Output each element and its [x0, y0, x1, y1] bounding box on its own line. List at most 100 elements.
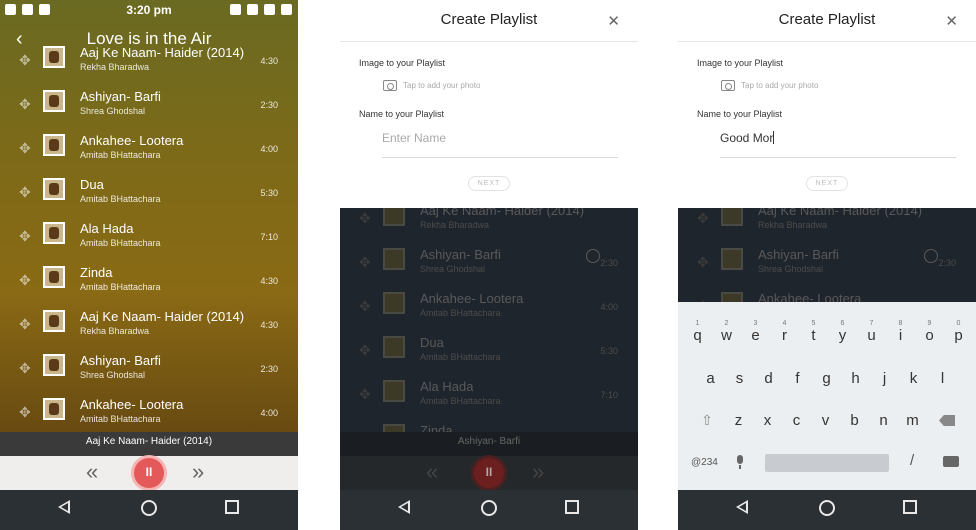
list-item[interactable]: ✥ Dua Amitab BHattachara 5:30	[0, 170, 298, 214]
song-duration: 7:10	[600, 390, 618, 400]
close-icon[interactable]: ✕	[607, 12, 620, 30]
add-to-playlist-icon	[586, 249, 600, 263]
keyboard-switch-icon[interactable]	[943, 456, 959, 467]
key-u[interactable]: 7u	[857, 320, 886, 344]
key-n[interactable]: n	[869, 412, 898, 430]
drag-handle-icon[interactable]: ✥	[19, 184, 31, 201]
key-s[interactable]: s	[725, 370, 754, 387]
key-d[interactable]: d	[754, 370, 783, 387]
key-f[interactable]: f	[783, 370, 812, 387]
album-thumbnail	[383, 208, 405, 226]
song-duration: 4:30	[260, 276, 278, 286]
dialog-title: Create Playlist	[440, 11, 538, 28]
drag-handle-icon[interactable]: ✥	[19, 52, 31, 69]
key-w[interactable]: 2w	[712, 320, 741, 344]
key-slash[interactable]: /	[910, 452, 914, 469]
nav-recents-icon[interactable]	[903, 500, 917, 514]
key-k[interactable]: k	[899, 370, 928, 387]
song-title: Dua	[80, 177, 104, 192]
key-e[interactable]: 3e	[741, 320, 770, 344]
key-z[interactable]: z	[724, 412, 753, 430]
android-nav-bar	[678, 490, 976, 530]
previous-icon[interactable]: «	[86, 459, 98, 485]
album-thumbnail	[43, 46, 65, 68]
list-item[interactable]: ✥ Aaj Ke Naam- Haider (2014) Rekha Bhara…	[0, 38, 298, 82]
song-title: Zinda	[80, 265, 113, 280]
list-item[interactable]: ✥ Aaj Ke Naam- Haider (2014) Rekha Bhara…	[0, 302, 298, 346]
key-y[interactable]: 6y	[828, 320, 857, 344]
nav-recents-icon[interactable]	[565, 500, 579, 514]
list-item[interactable]: ✥ Ashiyan- Barfi Shrea Ghodshal 2:30	[0, 346, 298, 390]
dimmed-background[interactable]: ✥ Aaj Ke Naam- Haider (2014) Rekha Bhara…	[340, 208, 638, 530]
backspace-key[interactable]	[927, 412, 967, 430]
key-j[interactable]: j	[870, 370, 899, 387]
key-o[interactable]: 9o	[915, 320, 944, 344]
close-icon[interactable]: ✕	[945, 12, 958, 30]
key-x[interactable]: x	[753, 412, 782, 430]
key-p[interactable]: 0p	[944, 320, 973, 344]
nav-back-icon[interactable]	[398, 500, 410, 514]
key-g[interactable]: g	[812, 370, 841, 387]
player-controls: « II »	[340, 455, 638, 491]
list-item[interactable]: ✥ Ankahee- Lootera Amitab BHattachara 4:…	[0, 126, 298, 170]
add-photo-button[interactable]: Tap to add your photo	[721, 80, 818, 91]
list-item[interactable]: ✥ Ashiyan- Barfi Shrea Ghodshal 2:30	[0, 82, 298, 126]
key-m[interactable]: m	[898, 412, 927, 430]
key-i[interactable]: 8i	[886, 320, 915, 344]
list-item[interactable]: ✥ Zinda Amitab BHattachara 4:30	[0, 258, 298, 302]
divider	[678, 41, 976, 42]
drag-handle-icon[interactable]: ✥	[19, 360, 31, 377]
list-item[interactable]: ✥ Ala Hada Amitab BHattachara 7:10	[0, 214, 298, 258]
song-artist: Shrea Ghodshal	[758, 264, 824, 274]
drag-handle-icon: ✥	[359, 386, 371, 402]
playlist-name-input[interactable]: Good Mor	[720, 128, 956, 158]
key-b[interactable]: b	[840, 412, 869, 430]
album-thumbnail	[721, 208, 743, 226]
nav-home-icon[interactable]	[819, 500, 835, 516]
next-button[interactable]: NEXT	[468, 176, 510, 191]
key-r[interactable]: 4r	[770, 320, 799, 344]
song-artist: Amitab BHattachara	[80, 282, 161, 292]
key-v[interactable]: v	[811, 412, 840, 430]
song-title: Aaj Ke Naam- Haider (2014)	[420, 208, 585, 218]
song-title: Ashiyan- Barfi	[80, 89, 161, 104]
playlist-name-input[interactable]: Enter Name	[382, 128, 618, 158]
symbols-key[interactable]: @234	[691, 457, 718, 468]
microphone-icon[interactable]	[735, 455, 745, 469]
spacebar[interactable]	[765, 454, 889, 472]
shift-icon[interactable]: ⇧	[690, 412, 724, 430]
song-artist: Amitab BHattachara	[80, 194, 161, 204]
key-h[interactable]: h	[841, 370, 870, 387]
nav-home-icon[interactable]	[141, 500, 157, 516]
nav-home-icon[interactable]	[481, 500, 497, 516]
nav-recents-icon[interactable]	[225, 500, 239, 514]
nav-back-icon[interactable]	[736, 500, 748, 514]
photo-hint: Tap to add your photo	[741, 81, 819, 90]
key-t[interactable]: 5t	[799, 320, 828, 344]
drag-handle-icon[interactable]: ✥	[19, 272, 31, 289]
list-item[interactable]: ✥ Ankahee- Lootera Amitab BHattachara 4:…	[0, 390, 298, 434]
key-a[interactable]: a	[696, 370, 725, 387]
album-thumbnail	[383, 292, 405, 314]
pause-button[interactable]: II	[131, 455, 167, 491]
list-item: ✥ Aaj Ke Naam- Haider (2014) Rekha Bhara…	[678, 208, 976, 240]
nav-back-icon[interactable]	[58, 500, 70, 514]
next-button[interactable]: NEXT	[806, 176, 848, 191]
wifi-icon	[247, 4, 258, 15]
now-playing-title[interactable]: Aaj Ke Naam- Haider (2014)	[0, 432, 298, 456]
divider	[340, 41, 638, 42]
song-duration: 5:30	[600, 346, 618, 356]
drag-handle-icon[interactable]: ✥	[19, 228, 31, 245]
key-l[interactable]: l	[928, 370, 957, 387]
album-thumbnail	[43, 90, 65, 112]
song-title: Aaj Ke Naam- Haider (2014)	[758, 208, 923, 218]
key-q[interactable]: 1q	[683, 320, 712, 344]
drag-handle-icon[interactable]: ✥	[19, 140, 31, 157]
key-c[interactable]: c	[782, 412, 811, 430]
add-photo-button[interactable]: Tap to add your photo	[383, 80, 480, 91]
next-icon[interactable]: »	[192, 459, 204, 485]
drag-handle-icon[interactable]: ✥	[19, 404, 31, 421]
drag-handle-icon[interactable]: ✥	[19, 316, 31, 333]
song-duration: 2:30	[260, 364, 278, 374]
drag-handle-icon[interactable]: ✥	[19, 96, 31, 113]
